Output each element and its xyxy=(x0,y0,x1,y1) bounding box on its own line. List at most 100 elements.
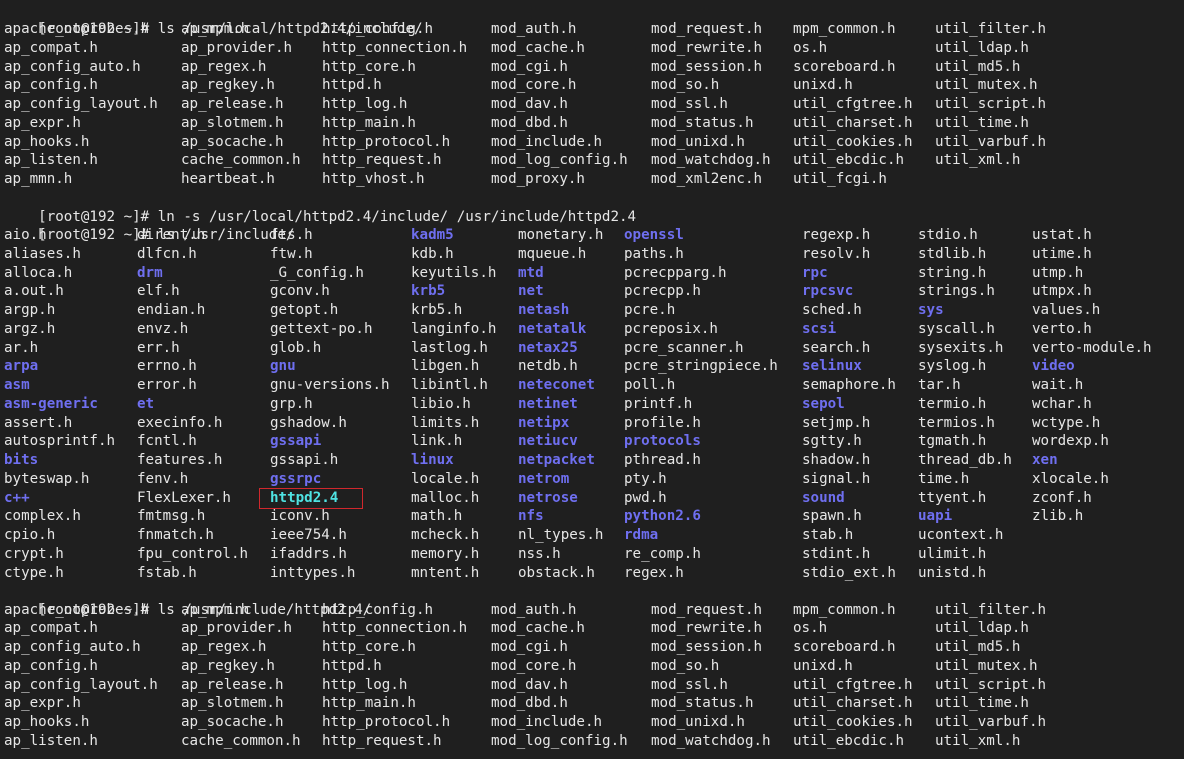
file-entry: ap_compat.h xyxy=(4,39,98,56)
file-entry: ifaddrs.h xyxy=(270,545,347,562)
file-entry: mod_ssl.h xyxy=(651,96,728,112)
file-entry: heartbeat.h xyxy=(181,171,275,187)
file-entry: sysexits.h xyxy=(918,339,1004,356)
file-entry: mpm_common.h xyxy=(793,601,896,618)
file-entry: ap_expr.h xyxy=(4,114,81,131)
file-entry: math.h xyxy=(411,508,463,525)
directory-entry: netipx xyxy=(518,414,570,431)
directory-entry: selinux xyxy=(802,358,862,375)
file-entry: util_ebcdic.h xyxy=(793,152,905,169)
file-entry: netdb.h xyxy=(518,358,578,375)
directory-entry: protocols xyxy=(624,433,701,450)
file-entry: util_varbuf.h xyxy=(935,714,1047,730)
file-entry: scoreboard.h xyxy=(793,639,896,655)
file-entry: pcrecpparg.h xyxy=(624,264,727,281)
file-entry: sched.h xyxy=(802,302,862,318)
file-entry: features.h xyxy=(137,452,223,468)
file-entry: util_ldap.h xyxy=(935,620,1029,637)
file-entry: utmpx.h xyxy=(1032,283,1092,300)
file-entry: libio.h xyxy=(411,395,471,412)
directory-entry: linux xyxy=(411,452,454,468)
file-entry: ucontext.h xyxy=(918,527,1004,543)
file-entry: util_time.h xyxy=(935,114,1029,131)
file-entry: termios.h xyxy=(918,414,995,431)
file-entry: fmtmsg.h xyxy=(137,508,206,525)
file-entry: util_filter.h xyxy=(935,601,1047,618)
directory-entry: netax25 xyxy=(518,339,578,356)
file-entry: mod_cgi.h xyxy=(491,639,568,655)
file-entry: wait.h xyxy=(1032,377,1084,393)
file-entry: apache_noprobes.h xyxy=(4,21,150,37)
file-entry: mod_core.h xyxy=(491,77,577,94)
file-entry: mod_status.h xyxy=(651,695,754,712)
file-entry: scoreboard.h xyxy=(793,58,896,75)
file-entry: ap_regkey.h xyxy=(181,657,275,674)
file-entry: ap_regex.h xyxy=(181,639,267,655)
directory-entry: et xyxy=(137,395,155,412)
file-entry: nl_types.h xyxy=(518,527,604,543)
file-entry: util_time.h xyxy=(935,695,1029,712)
file-entry: dirent.h xyxy=(137,227,206,243)
directory-entry: kadm5 xyxy=(411,227,454,243)
file-entry: http_config.h xyxy=(322,21,434,37)
file-entry: crypt.h xyxy=(4,545,64,562)
directory-entry: scsi xyxy=(802,320,837,337)
file-entry: search.h xyxy=(802,339,871,356)
directory-entry: netatalk xyxy=(518,320,587,337)
file-entry: fnmatch.h xyxy=(137,527,214,543)
file-entry: ap_config_layout.h xyxy=(4,676,158,693)
file-entry: util_fcgi.h xyxy=(793,171,887,187)
file-entry: sgtty.h xyxy=(802,433,862,450)
command-line-4: [root@192 ~]# ls /usr/include/httpd2.4/ xyxy=(4,582,371,618)
file-entry: http_core.h xyxy=(322,639,416,655)
file-entry: ap_regex.h xyxy=(181,58,267,75)
file-entry: http_main.h xyxy=(322,695,416,712)
file-entry: FlexLexer.h xyxy=(137,489,231,506)
directory-entry: sepol xyxy=(802,395,845,412)
file-entry: re_comp.h xyxy=(624,545,701,562)
file-entry: ftw.h xyxy=(270,245,313,262)
file-entry: values.h xyxy=(1032,302,1101,318)
file-entry: mod_dav.h xyxy=(491,96,568,112)
file-entry: util_ldap.h xyxy=(935,39,1029,56)
file-entry: mod_request.h xyxy=(651,601,763,618)
directory-entry: uapi xyxy=(918,508,953,525)
directory-entry: mtd xyxy=(518,264,544,281)
file-entry: stdio.h xyxy=(918,227,978,243)
directory-entry: netrom xyxy=(518,470,570,487)
file-entry: obstack.h xyxy=(518,564,595,581)
file-entry: keyutils.h xyxy=(411,264,497,281)
file-entry: semaphore.h xyxy=(802,377,896,393)
file-entry: tgmath.h xyxy=(918,433,987,450)
file-entry: util_mutex.h xyxy=(935,657,1038,674)
file-entry: glob.h xyxy=(270,339,322,356)
file-entry: pcrecpp.h xyxy=(624,283,701,300)
directory-entry: netash xyxy=(518,302,570,318)
file-entry: mcheck.h xyxy=(411,527,480,543)
file-entry: os.h xyxy=(793,39,828,56)
file-entry: mod_so.h xyxy=(651,77,720,94)
file-entry: util_xml.h xyxy=(935,152,1021,169)
file-entry: monetary.h xyxy=(518,227,604,243)
terminal-window[interactable]: [root@192 ~]# ls /usr/local/httpd2.4/inc… xyxy=(0,0,1184,759)
file-entry: nss.h xyxy=(518,545,561,562)
highlight-box xyxy=(259,487,363,509)
file-entry: mod_auth.h xyxy=(491,21,577,37)
file-entry: fstab.h xyxy=(137,564,197,581)
file-entry: ap_mmn.h xyxy=(4,171,73,187)
file-entry: ap_config.h xyxy=(4,77,98,94)
file-entry: util_script.h xyxy=(935,96,1047,112)
file-entry: http_core.h xyxy=(322,58,416,75)
directory-entry: krb5 xyxy=(411,283,446,300)
file-entry: http_protocol.h xyxy=(322,133,451,150)
file-entry: mod_core.h xyxy=(491,657,577,674)
file-entry: ustat.h xyxy=(1032,227,1092,243)
file-entry: _G_config.h xyxy=(270,264,364,281)
file-entry: ap_mpm.h xyxy=(181,601,250,618)
file-entry: ap_listen.h xyxy=(4,732,98,749)
file-entry: util_cookies.h xyxy=(793,714,913,730)
directory-entry: gssapi xyxy=(270,433,322,450)
file-entry: ctype.h xyxy=(4,564,64,581)
file-entry: complex.h xyxy=(4,508,81,525)
file-entry: http_request.h xyxy=(322,152,442,169)
